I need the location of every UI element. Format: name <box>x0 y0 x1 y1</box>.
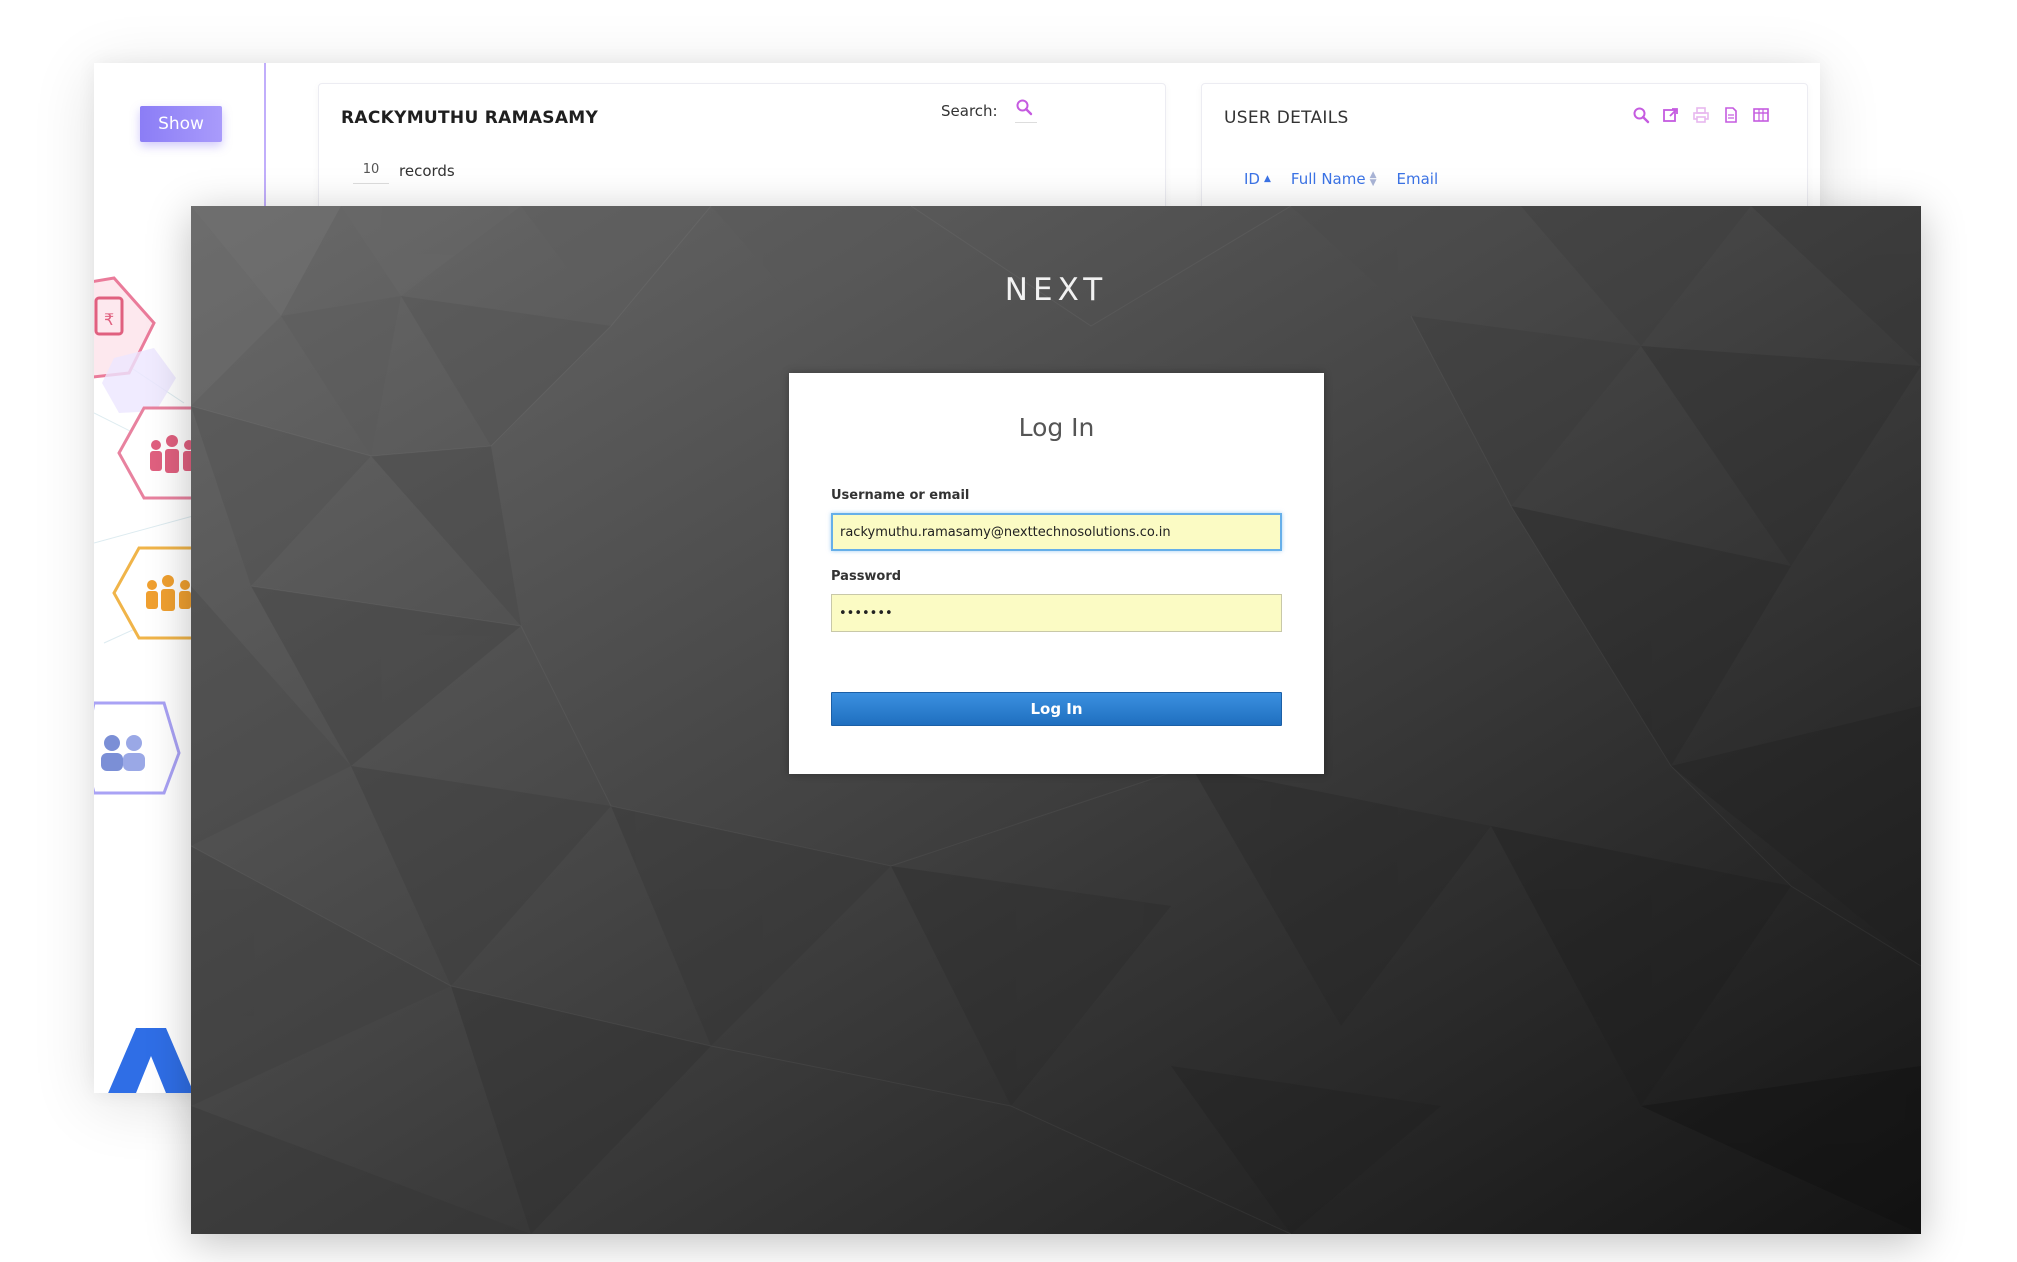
search-icon[interactable] <box>1015 98 1037 123</box>
brand-logo <box>108 1028 194 1093</box>
export-icon[interactable] <box>1662 106 1680 124</box>
sidebar-divider <box>264 63 266 213</box>
columns-icon[interactable] <box>1752 106 1770 124</box>
panel-title: RACKYMUTHU RAMASAMY <box>341 108 599 128</box>
column-header-id[interactable]: ID ▲ <box>1244 170 1271 188</box>
table-header: ID ▲ Full Name ▲ ▼ Email <box>1244 170 1438 188</box>
login-form: Log In Username or email Password Log In <box>789 373 1324 774</box>
records-label: records <box>399 162 455 180</box>
sort-icon: ▲ ▼ <box>1369 170 1377 188</box>
sort-asc-icon: ▲ <box>1263 174 1271 184</box>
password-label: Password <box>831 569 902 584</box>
brand-title: NEXT <box>1004 272 1108 308</box>
panel-title: USER DETAILS <box>1224 108 1349 128</box>
document-icon[interactable] <box>1722 106 1740 124</box>
search-icon[interactable] <box>1632 106 1650 124</box>
login-heading: Log In <box>1018 413 1095 442</box>
toolbar <box>1632 106 1770 124</box>
username-label: Username or email <box>831 488 970 503</box>
login-button[interactable]: Log In <box>831 692 1282 726</box>
users-icon <box>94 701 181 795</box>
print-icon[interactable] <box>1692 106 1710 124</box>
show-button[interactable]: Show <box>140 106 222 142</box>
username-field[interactable] <box>831 513 1282 551</box>
column-header-email[interactable]: Email <box>1397 170 1439 188</box>
records-count-select[interactable]: 10 <box>353 162 389 184</box>
column-header-full-name[interactable]: Full Name ▲ ▼ <box>1291 170 1377 188</box>
password-field[interactable] <box>831 594 1282 632</box>
search-label: Search: <box>941 102 998 120</box>
svg-text:₹: ₹ <box>104 310 114 329</box>
login-window: NEXT Log In Username or email Password L… <box>191 206 1921 1234</box>
